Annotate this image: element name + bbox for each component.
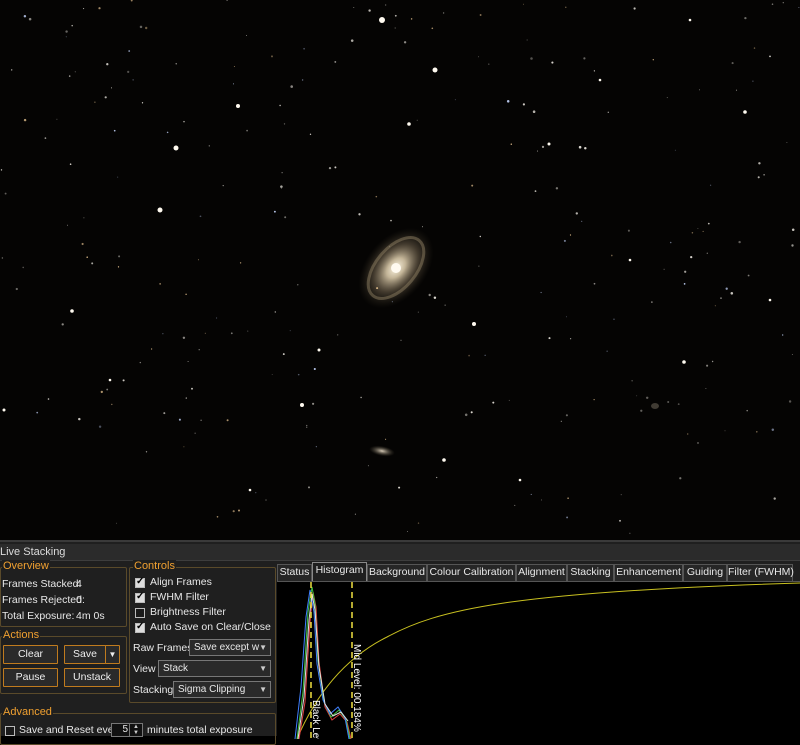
raw-frames-value: Save except w [194, 642, 260, 653]
tab-status[interactable]: Status [277, 564, 312, 581]
tab-enhancement[interactable]: Enhancement [614, 564, 683, 581]
chevron-down-icon: ▼ [259, 643, 267, 652]
live-stacking-panel: Live Stacking Overview Frames Stacked: 4… [0, 540, 800, 745]
galaxy-m81 [358, 227, 434, 309]
actions-group: Actions Clear Save ▼ Pause Unstack [0, 629, 127, 694]
brightness-filter-checkbox[interactable] [135, 608, 145, 618]
brightness-filter-label: Brightness Filter [150, 606, 226, 618]
align-frames-label: Align Frames [150, 576, 212, 588]
pause-button[interactable]: Pause [3, 668, 58, 687]
unstack-button[interactable]: Unstack [64, 668, 120, 687]
stacking-select[interactable]: Sigma Clipping ▼ [173, 681, 271, 698]
save-button[interactable]: Save [64, 645, 106, 664]
save-reset-minutes-value: 5 [122, 724, 128, 735]
stacking-label: Stacking [133, 684, 174, 696]
histogram-plot: Black Level Mid Level: 00.184% [294, 582, 800, 745]
total-exposure-value: 4m 0s [76, 610, 105, 622]
stacking-value: Sigma Clipping [178, 684, 246, 695]
star-field [0, 0, 800, 534]
frames-stacked-label: Frames Stacked: [2, 578, 82, 590]
raw-frames-label: Raw Frames [133, 642, 193, 654]
stepper-arrows-icon[interactable]: ▲ ▼ [129, 724, 142, 736]
mid-level-label: Mid Level: 00.184% [351, 644, 362, 732]
fwhm-filter-checkbox[interactable] [135, 591, 145, 603]
frames-rejected-label: Frames Rejected: [2, 594, 85, 606]
controls-legend: Controls [133, 560, 176, 572]
save-reset-minutes-stepper[interactable]: 5 ▲ ▼ [111, 723, 143, 737]
frames-rejected-value: 0 [76, 594, 82, 606]
chevron-down-icon: ▼ [259, 664, 267, 673]
histogram-panel[interactable]: Black Level Mid Level: 00.184% [277, 581, 800, 745]
fwhm-filter-label: FWHM Filter [150, 591, 209, 603]
galaxy-small [369, 445, 395, 457]
tab-histogram[interactable]: Histogram [312, 562, 367, 581]
black-level-label: Black Level [310, 700, 321, 739]
clear-button[interactable]: Clear [3, 645, 58, 664]
raw-frames-select[interactable]: Save except w ▼ [189, 639, 271, 656]
align-frames-checkbox[interactable] [135, 576, 145, 588]
overview-legend: Overview [2, 560, 50, 572]
panel-title: Live Stacking [0, 546, 66, 558]
save-reset-checkbox[interactable] [5, 726, 15, 736]
view-label: View [133, 663, 156, 675]
advanced-legend: Advanced [2, 706, 53, 718]
panel-titlebar: Live Stacking [0, 544, 800, 561]
advanced-group: Advanced Save and Reset every 5 ▲ ▼ minut… [0, 706, 276, 745]
save-reset-label: Save and Reset every [19, 724, 123, 736]
chevron-down-icon: ▼ [259, 685, 267, 694]
save-dropdown-arrow-icon[interactable]: ▼ [105, 645, 120, 664]
stacked-image-view[interactable] [0, 0, 800, 540]
overview-group: Overview Frames Stacked: 4 Frames Reject… [0, 560, 127, 627]
tab-alignment[interactable]: Alignment [516, 564, 567, 581]
tab-filter-fwhm[interactable]: Filter (FWHM) [727, 564, 794, 581]
histogram-luminance [297, 593, 349, 740]
tab-guiding[interactable]: Guiding [683, 564, 727, 581]
view-select[interactable]: Stack ▼ [158, 660, 271, 677]
tab-stacking[interactable]: Stacking [567, 564, 614, 581]
frames-stacked-value: 4 [76, 578, 82, 590]
controls-group: Controls Align Frames FWHM Filter Bright… [129, 560, 276, 703]
view-value: Stack [163, 663, 189, 674]
tab-colour-calibration[interactable]: Colour Calibration [427, 564, 516, 581]
tab-background[interactable]: Background [367, 564, 427, 581]
auto-save-checkbox[interactable] [135, 621, 145, 633]
total-exposure-label: Total Exposure: [2, 610, 75, 622]
stretch-curve [296, 582, 800, 740]
auto-save-label: Auto Save on Clear/Close [150, 621, 271, 633]
save-reset-suffix: minutes total exposure [147, 724, 253, 736]
actions-legend: Actions [2, 629, 41, 641]
